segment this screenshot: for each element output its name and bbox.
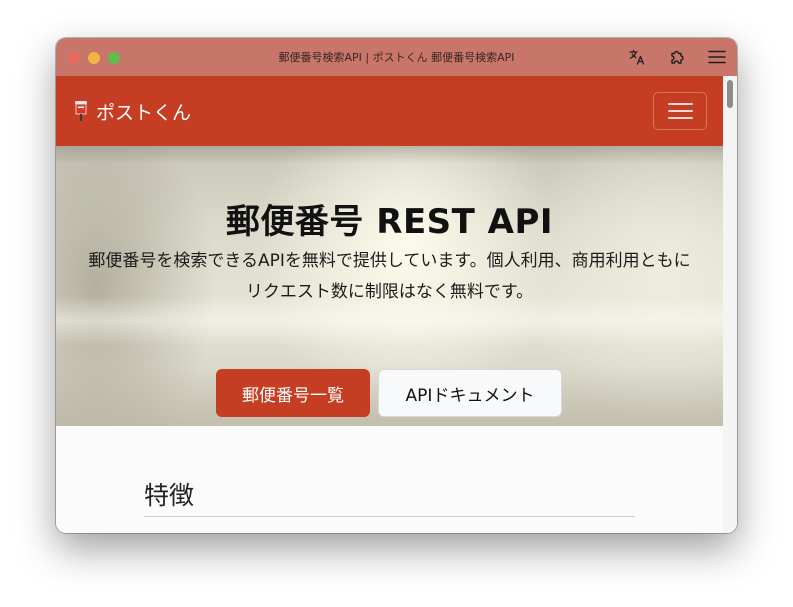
hamburger-icon-line: [668, 117, 693, 119]
brand-name: ポストくん: [96, 101, 192, 124]
postal-code-list-button[interactable]: 郵便番号一覧: [216, 369, 370, 417]
features-heading: 特徴: [144, 481, 195, 510]
hero-title: 郵便番号 REST API: [225, 202, 554, 242]
browser-window: 郵便番号検索API | ポストくん 郵便番号検索API ポストくん 郵便番号 R…: [56, 38, 737, 533]
navbar-toggler-button[interactable]: [653, 92, 707, 130]
page-viewport: ポストくん 郵便番号 REST API 郵便番号を検索できるAPIを無料で提供し…: [56, 76, 723, 533]
close-window-button[interactable]: [68, 52, 80, 64]
page-scrollbar[interactable]: [723, 76, 737, 533]
hamburger-icon: [668, 103, 693, 105]
hero-section: 郵便番号 REST API 郵便番号を検索できるAPIを無料で提供しています。個…: [56, 146, 723, 426]
hamburger-icon-line: [668, 110, 693, 112]
extension-icon[interactable]: [667, 47, 687, 67]
minimize-window-button[interactable]: [88, 52, 100, 64]
translate-icon[interactable]: [627, 47, 647, 67]
brand-link[interactable]: ポストくん: [72, 96, 191, 126]
hamburger-menu-icon[interactable]: [707, 47, 727, 67]
api-docs-button[interactable]: APIドキュメント: [378, 369, 562, 417]
hero-lead: 郵便番号を検索できるAPIを無料で提供しています。個人利用、商用利用ともにリクエ…: [88, 251, 691, 302]
postbox-icon: [72, 100, 90, 122]
window-titlebar: 郵便番号検索API | ポストくん 郵便番号検索API: [56, 38, 737, 76]
site-navbar: ポストくん: [56, 76, 723, 146]
scrollbar-thumb[interactable]: [727, 80, 733, 108]
section-divider: [144, 516, 635, 517]
window-title: 郵便番号検索API | ポストくん 郵便番号検索API: [278, 51, 515, 64]
maximize-window-button[interactable]: [108, 52, 120, 64]
